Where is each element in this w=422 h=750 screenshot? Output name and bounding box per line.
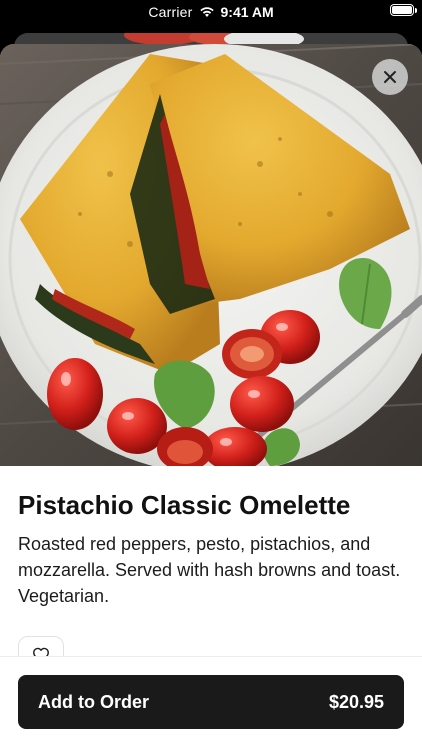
battery-icon [390,4,417,16]
item-image [0,44,422,466]
status-center: Carrier 9:41 AM [0,4,422,20]
omelette-illustration [0,44,422,466]
add-to-order-button[interactable]: Add to Order $20.95 [18,675,404,729]
item-details: Pistachio Classic Omelette Roasted red p… [0,466,422,609]
close-button[interactable] [372,59,408,95]
carrier-label: Carrier [148,4,193,20]
item-detail-sheet: Pistachio Classic Omelette Roasted red p… [0,44,422,750]
item-description: Roasted red peppers, pesto, pistachios, … [18,534,401,607]
item-price: $20.95 [328,691,384,712]
order-footer: Add to Order $20.95 [0,656,422,750]
time-label: 9:41 AM [220,4,274,20]
add-to-order-label: Add to Order [38,691,149,712]
item-title: Pistachio Classic Omelette [18,490,351,520]
status-bar: Carrier 9:41 AM [0,0,422,30]
battery-fill [392,6,412,14]
close-icon [383,70,397,84]
screen: Carrier 9:41 AM Pistachio Classic Omelet… [0,0,422,750]
wifi-icon [199,6,215,18]
